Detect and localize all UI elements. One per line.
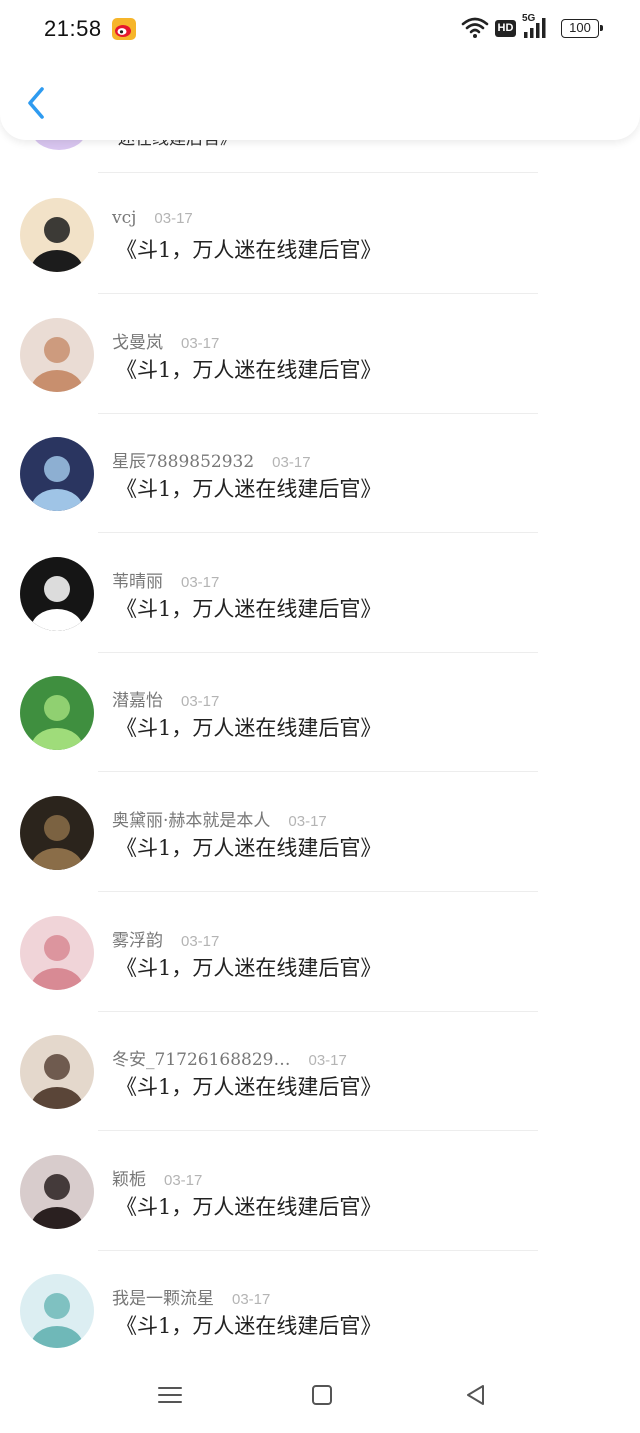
comment-row[interactable]: 冬安_71726168829… 03-17 《斗1，万人迷在线建后官》 <box>0 1011 640 1129</box>
comment-date: 03-17 <box>232 1291 271 1308</box>
comment-date: 03-17 <box>181 693 220 710</box>
avatar[interactable] <box>20 437 94 511</box>
avatar[interactable] <box>20 1035 94 1109</box>
comment-row[interactable]: 星辰7889852932 03-17 《斗1，万人迷在线建后官》 <box>0 413 640 531</box>
row-divider <box>98 172 538 173</box>
menu-icon[interactable] <box>155 1380 185 1410</box>
comment-row[interactable]: 颖栀 03-17 《斗1，万人迷在线建后官》 <box>0 1131 640 1249</box>
username[interactable]: 颖栀 <box>112 1170 146 1190</box>
signal-5g-icon: 5G <box>522 13 552 40</box>
comment-content: 《斗1，万人迷在线建后官》 <box>116 358 382 382</box>
comment-content: 《斗1，万人迷在线建后官》 <box>116 1195 382 1219</box>
comment-meta: vcj 03-17 <box>112 208 193 230</box>
status-time: 21:58 <box>44 16 102 41</box>
username[interactable]: 星辰7889852932 <box>112 452 254 472</box>
top-header <box>0 58 640 140</box>
back-button[interactable] <box>20 84 54 122</box>
comment-content: 《斗1，万人迷在线建后官》 <box>116 716 382 740</box>
username[interactable]: 苇晴丽 <box>112 572 163 592</box>
comment-date: 03-17 <box>288 813 327 830</box>
comment-date: 03-17 <box>308 1052 347 1069</box>
avatar[interactable] <box>20 557 94 631</box>
comment-row[interactable]: 戈曼岚 03-17 《斗1，万人迷在线建后官》 <box>0 294 640 412</box>
back-triangle-icon[interactable] <box>461 1380 491 1410</box>
avatar[interactable] <box>20 1274 94 1348</box>
comment-meta: 雾浮韵 03-17 <box>112 926 220 951</box>
comment-date: 03-17 <box>272 454 311 471</box>
comment-meta: 奥黛丽·赫本就是本人 03-17 <box>112 806 327 831</box>
username[interactable]: 雾浮韵 <box>112 931 163 951</box>
comment-row[interactable]: 我是一颗流星 03-17 《斗1，万人迷在线建后官》 <box>0 1250 640 1360</box>
comment-meta: 颖栀 03-17 <box>112 1165 203 1190</box>
comment-content: 《斗1，万人迷在线建后官》 <box>116 477 382 501</box>
home-square-icon[interactable] <box>307 1380 337 1410</box>
username[interactable]: 奥黛丽·赫本就是本人 <box>112 811 270 831</box>
comment-list: 迷在线建后官》 vcj03-17《斗1，万人迷在线建后官》戈曼岚03-17《斗1… <box>0 0 640 1360</box>
username[interactable]: 我是一颗流星 <box>112 1289 214 1309</box>
comment-content: 《斗1，万人迷在线建后官》 <box>116 1314 382 1338</box>
comment-content: 《斗1，万人迷在线建后官》 <box>116 1075 382 1099</box>
comment-date: 03-17 <box>164 1172 203 1189</box>
hd-badge: HD <box>495 20 516 37</box>
chevron-left-icon <box>28 87 44 119</box>
avatar[interactable] <box>20 676 94 750</box>
comment-row[interactable]: 苇晴丽 03-17 《斗1，万人迷在线建后官》 <box>0 533 640 651</box>
comment-date: 03-17 <box>181 933 220 950</box>
comment-row[interactable]: 雾浮韵 03-17 《斗1，万人迷在线建后官》 <box>0 892 640 1010</box>
avatar[interactable] <box>20 796 94 870</box>
comment-meta: 戈曼岚 03-17 <box>112 328 220 353</box>
username[interactable]: 潜嘉怡 <box>112 691 163 711</box>
comment-meta: 潜嘉怡 03-17 <box>112 686 220 711</box>
avatar[interactable] <box>20 916 94 990</box>
avatar[interactable] <box>20 198 94 272</box>
comment-date: 03-17 <box>181 574 220 591</box>
comment-date: 03-17 <box>181 335 220 352</box>
comment-row[interactable]: vcj 03-17 《斗1，万人迷在线建后官》 <box>0 174 640 292</box>
wifi-icon <box>461 17 489 38</box>
comment-row[interactable]: 潜嘉怡 03-17 《斗1，万人迷在线建后官》 <box>0 652 640 770</box>
comment-content: 《斗1，万人迷在线建后官》 <box>116 597 382 621</box>
battery-indicator: 100 <box>561 19 603 38</box>
comment-meta: 星辰7889852932 03-17 <box>112 447 311 472</box>
comment-meta: 冬安_71726168829… 03-17 <box>112 1045 347 1070</box>
username[interactable]: 冬安_71726168829… <box>112 1050 290 1070</box>
status-bar: 21:58 HD 5G 100 <box>0 0 640 58</box>
weibo-icon <box>112 18 136 40</box>
avatar[interactable] <box>20 318 94 392</box>
comment-meta: 我是一颗流星 03-17 <box>112 1284 271 1309</box>
comment-content: 《斗1，万人迷在线建后官》 <box>116 238 382 262</box>
username[interactable]: 戈曼岚 <box>112 333 163 353</box>
avatar[interactable] <box>20 1155 94 1229</box>
navigation-bar <box>0 1360 640 1433</box>
comment-meta: 苇晴丽 03-17 <box>112 567 220 592</box>
comment-content: 《斗1，万人迷在线建后官》 <box>116 956 382 980</box>
username[interactable]: vcj <box>112 208 136 228</box>
comment-date: 03-17 <box>154 210 193 227</box>
comment-row[interactable]: 奥黛丽·赫本就是本人 03-17 《斗1，万人迷在线建后官》 <box>0 772 640 890</box>
comment-content: 《斗1，万人迷在线建后官》 <box>116 836 382 860</box>
